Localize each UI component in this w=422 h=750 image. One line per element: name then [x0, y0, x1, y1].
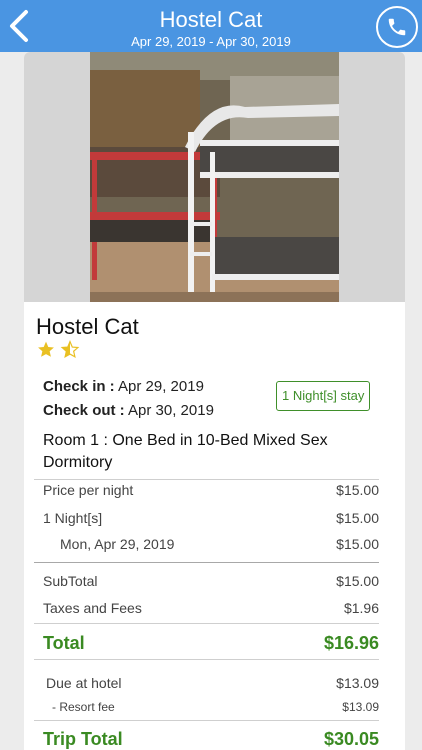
- checkin-row: Check in : Apr 29, 2019: [43, 378, 204, 395]
- divider: [34, 623, 379, 624]
- phone-icon: [388, 18, 406, 36]
- date-row: Mon, Apr 29, 2019 $15.00: [43, 536, 379, 552]
- checkout-row: Check out : Apr 30, 2019: [43, 402, 214, 419]
- resort-fee-value: $13.09: [342, 700, 379, 714]
- total-row: Total $16.96: [43, 633, 379, 654]
- total-value: $16.96: [323, 633, 379, 653]
- nights-value: $15.00: [336, 510, 379, 526]
- resort-fee-row: - Resort fee $13.09: [43, 700, 379, 714]
- trip-total-label: Trip Total: [43, 729, 123, 749]
- nights-row: 1 Night[s] $15.00: [43, 510, 379, 526]
- star-half-icon: [60, 340, 79, 358]
- due-at-hotel-row: Due at hotel $13.09: [43, 675, 379, 691]
- date-label: Mon, Apr 29, 2019: [60, 536, 175, 552]
- nights-badge: 1 Night[s] stay: [276, 381, 371, 411]
- page-title: Hostel Cat: [159, 7, 263, 32]
- trip-total-row: Trip Total $30.05: [43, 729, 379, 750]
- due-at-hotel-label: Due at hotel: [46, 675, 122, 691]
- price-per-night-row: Price per night $15.00: [43, 482, 379, 498]
- subtotal-value: $15.00: [336, 573, 379, 589]
- subtotal-label: SubTotal: [43, 573, 98, 589]
- resort-fee-label: - Resort fee: [52, 700, 115, 714]
- checkout-label: Check out :: [43, 402, 125, 419]
- due-at-hotel-value: $13.09: [336, 675, 379, 691]
- hotel-name: Hostel Cat: [36, 314, 139, 339]
- call-button[interactable]: [376, 6, 418, 48]
- taxes-value: $1.96: [343, 600, 379, 616]
- checkout-value: Apr 30, 2019: [124, 402, 214, 419]
- hotel-photo[interactable]: [90, 52, 339, 302]
- total-label: Total: [43, 633, 85, 653]
- checkin-value: Apr 29, 2019: [114, 378, 204, 395]
- date-value: $15.00: [336, 536, 379, 552]
- divider: [34, 720, 379, 721]
- taxes-row: Taxes and Fees $1.96: [43, 600, 379, 616]
- divider: [34, 659, 379, 660]
- price-per-night-label: Price per night: [43, 482, 134, 498]
- date-range: Apr 29, 2019 - Apr 30, 2019: [131, 34, 291, 49]
- divider: [34, 562, 379, 563]
- trip-total-value: $30.05: [323, 729, 379, 749]
- price-per-night-value: $15.00: [336, 482, 379, 498]
- star-rating: [36, 340, 80, 365]
- room-title: Room 1 : One Bed in 10-Bed Mixed Sex Dor…: [43, 432, 328, 471]
- nights-label: 1 Night[s]: [43, 510, 103, 526]
- booking-card: Hostel Cat Check in : Apr 29, 2019 Check…: [24, 52, 405, 750]
- checkin-label: Check in :: [43, 378, 115, 395]
- subtotal-row: SubTotal $15.00: [43, 573, 379, 589]
- header-bar: Hostel Cat Apr 29, 2019 - Apr 30, 2019: [0, 0, 422, 52]
- taxes-label: Taxes and Fees: [43, 600, 142, 616]
- star-full-icon: [38, 341, 54, 357]
- divider: [34, 479, 379, 480]
